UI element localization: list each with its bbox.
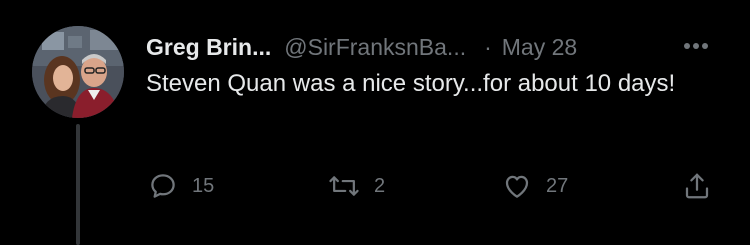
retweet-count: 2 [374, 174, 386, 197]
tweet-text: Steven Quan was a nice story...for about… [146, 70, 676, 97]
share-button[interactable] [682, 170, 712, 202]
thread-line [76, 124, 80, 245]
retweet-button[interactable]: 2 [328, 170, 385, 202]
tweet[interactable]: Greg Brin... @SirFranksnBa... · May 28 S… [0, 0, 750, 245]
share-icon [685, 173, 709, 199]
display-name[interactable]: Greg Brin... [146, 34, 271, 61]
avatar-photo-icon [32, 26, 124, 118]
reply-icon [151, 174, 175, 198]
retweet-icon [329, 176, 359, 196]
user-handle[interactable]: @SirFranksnBa... [284, 34, 466, 61]
reply-count: 15 [192, 174, 215, 197]
like-count: 27 [546, 174, 569, 197]
heart-icon [505, 175, 529, 198]
tweet-date[interactable]: May 28 [502, 34, 577, 61]
more-horizontal-icon [684, 43, 708, 49]
like-button[interactable]: 27 [502, 170, 568, 202]
reply-button[interactable]: 15 [148, 170, 214, 202]
more-button[interactable] [676, 34, 716, 58]
tweet-header: Greg Brin... @SirFranksnBa... · May 28 [146, 30, 577, 64]
avatar[interactable] [32, 26, 124, 118]
separator-dot: · [484, 33, 492, 60]
